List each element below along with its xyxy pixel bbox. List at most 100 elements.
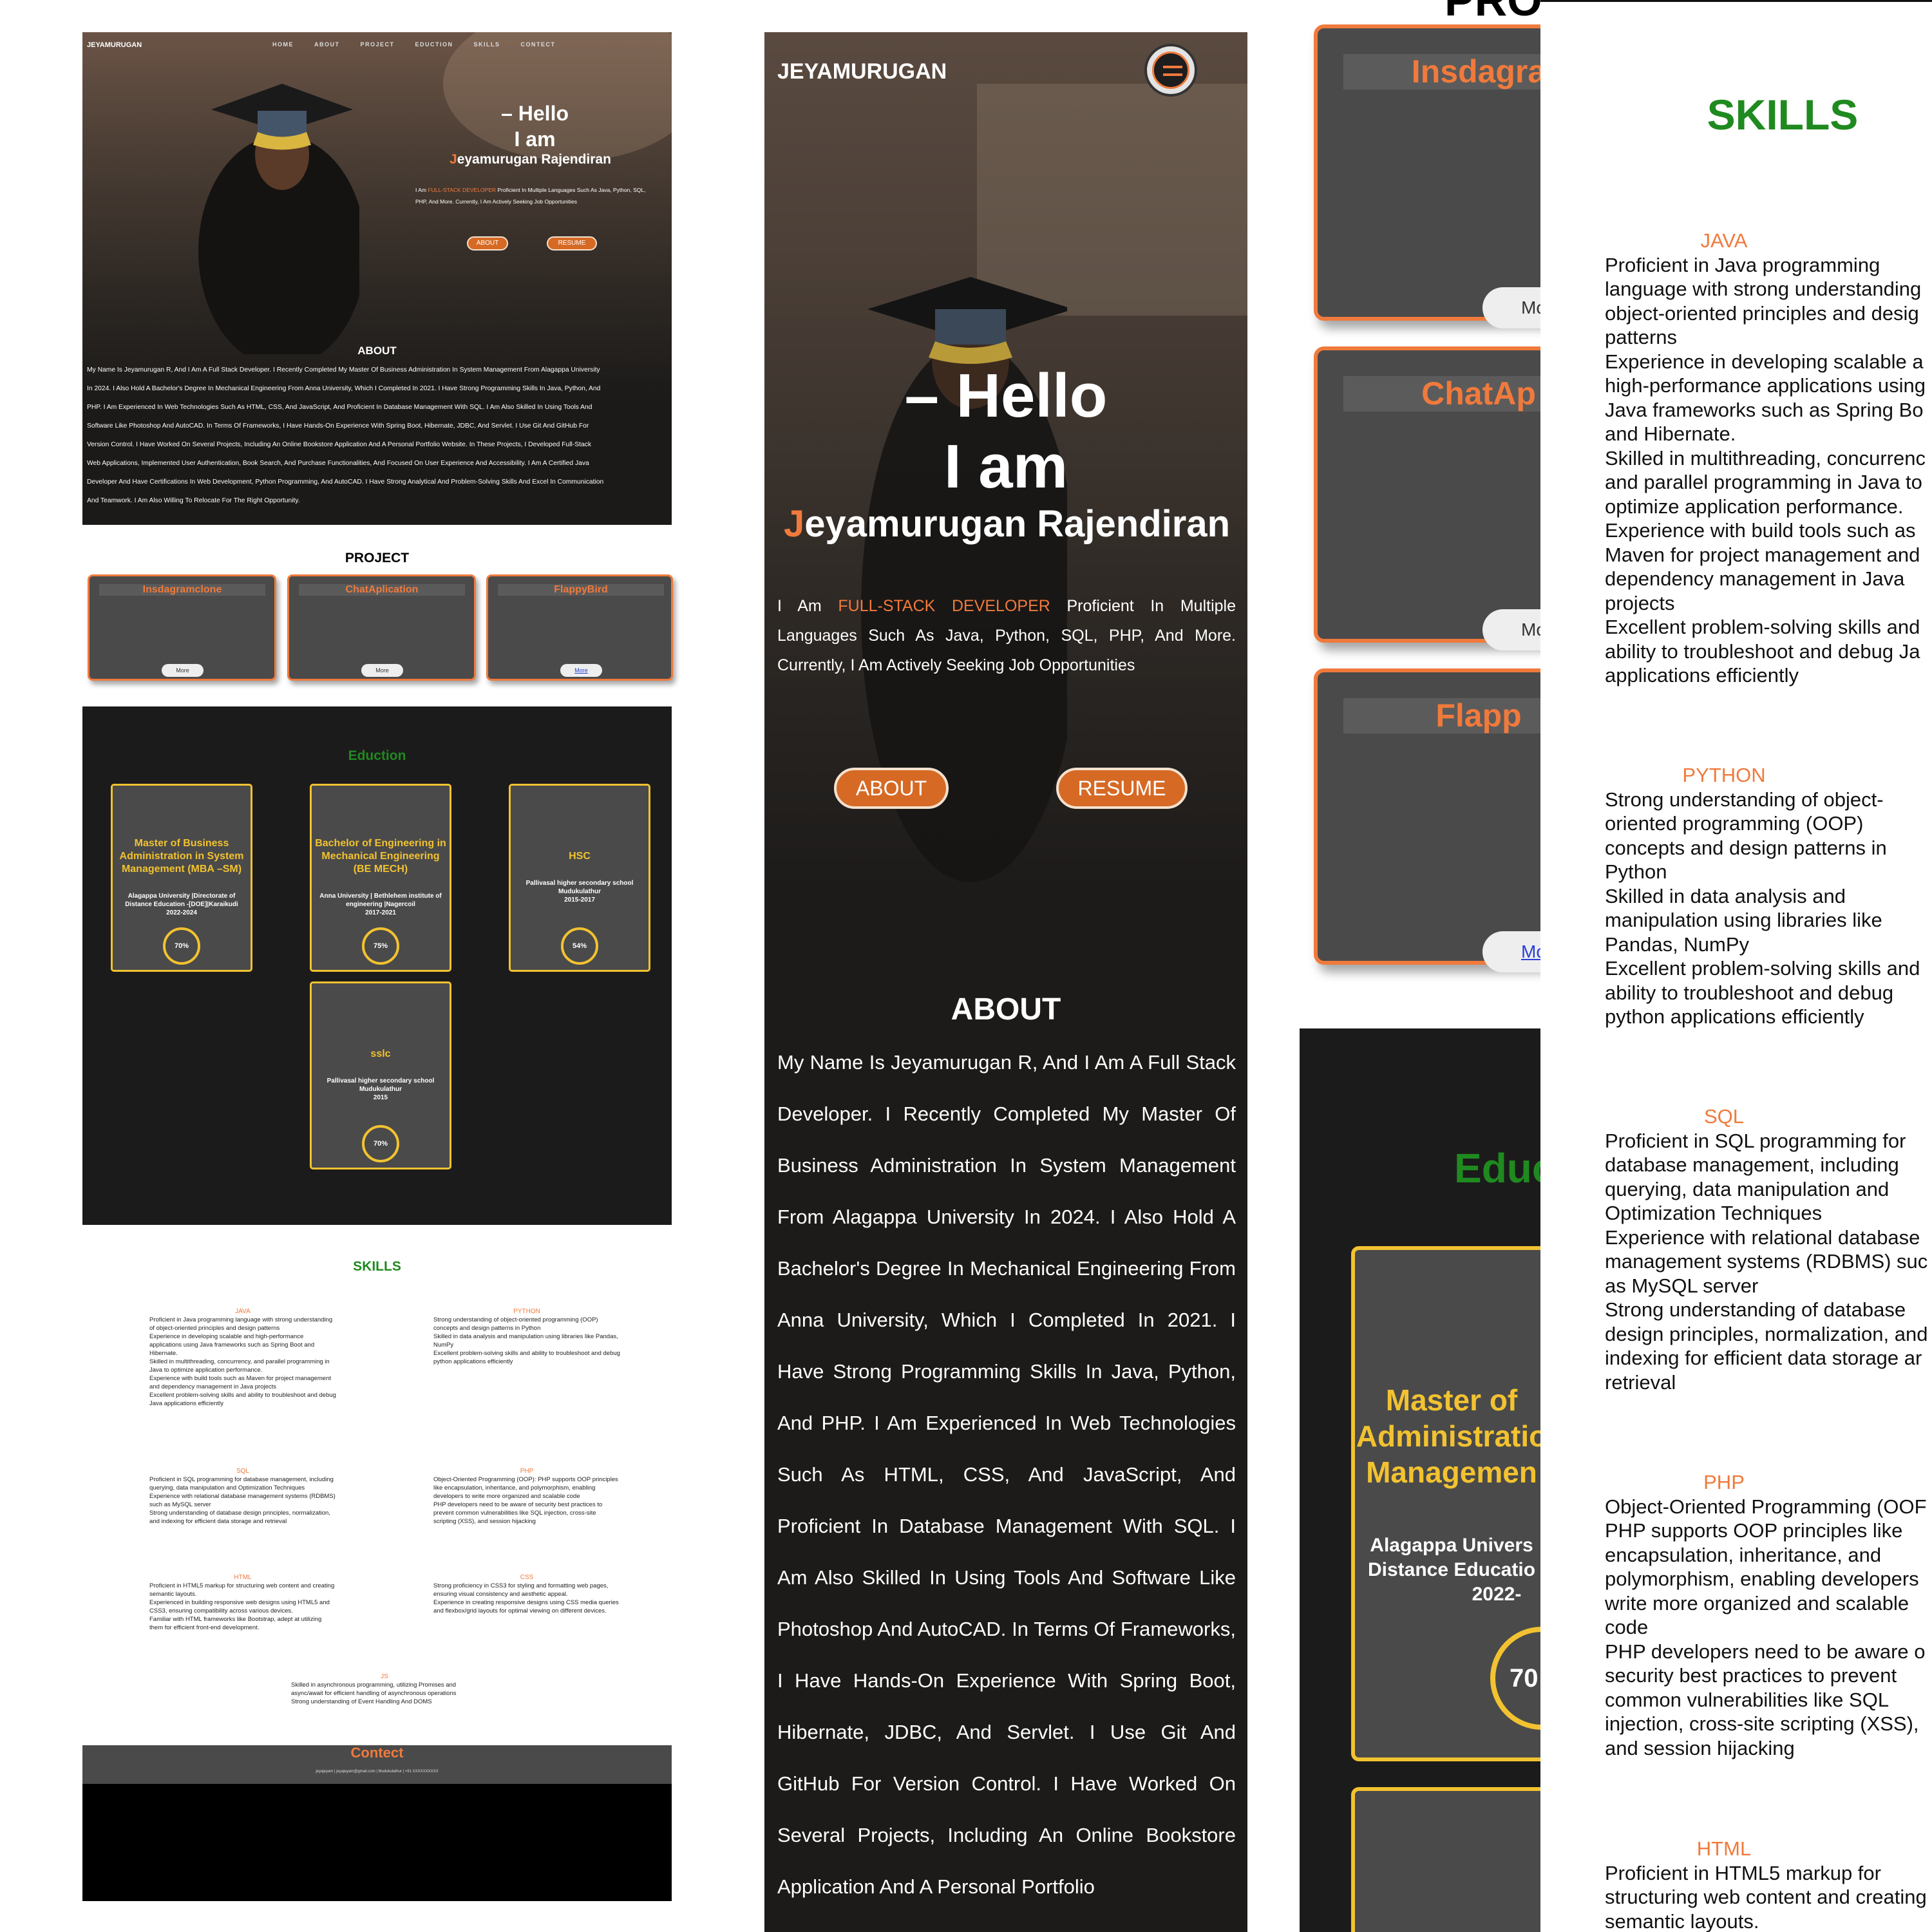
nav-link-skills[interactable]: SKILLS: [474, 41, 500, 48]
skill-line: optimize application performance.: [1605, 495, 1904, 518]
mobile-hero-intro: I Am FULL-STACK DEVELOPER Proficient In …: [777, 591, 1236, 680]
hello-dash: –: [904, 361, 939, 430]
name-rest: eyamurugan Rajendiran: [457, 152, 611, 167]
mobile-project-card: Flapp Mo: [1314, 668, 1540, 972]
project-more-button[interactable]: Mo: [1482, 287, 1540, 328]
education-score-ring: 54%: [561, 927, 598, 965]
mobile-resume-button[interactable]: RESUME: [1056, 768, 1188, 809]
desktop-navbar: JEYAMURUGAN HOME ABOUT PROJECT EDUCTION …: [82, 32, 672, 58]
education-degree: Master of Business Administration in Sys…: [119, 838, 244, 875]
skill-point: PHP developers need to be aware of secur…: [433, 1501, 603, 1525]
iam-text: I am: [943, 432, 1068, 501]
project-more-button[interactable]: Mo: [1482, 609, 1540, 650]
desktop-logo[interactable]: JEYAMURUGAN: [87, 41, 142, 49]
skill-name: PHP: [520, 1468, 534, 1475]
skill-name: JS: [381, 1673, 388, 1680]
skill-point: Proficient in SQL programming for databa…: [149, 1476, 334, 1492]
skill-name: HTML: [234, 1574, 252, 1581]
skill-block-python: PYTHON Strong understanding of object- o…: [1605, 763, 1932, 1029]
project-card-title: Insdagramclone: [99, 584, 265, 596]
nav-link-home[interactable]: HOME: [272, 41, 294, 48]
desktop-contact-section: Contect jeyajeyam | jeyajeyam@gmail.com …: [82, 1745, 672, 1901]
skill-name: CSS: [520, 1574, 534, 1581]
skill-point: Skilled in data analysis and manipulatio…: [433, 1333, 618, 1349]
education-card: sslc Pallivasal higher secondary school …: [310, 981, 451, 1170]
desktop-about-button[interactable]: ABOUT: [467, 236, 508, 251]
mobile-logo[interactable]: JEYAMURUGAN: [777, 59, 947, 84]
degree-line: Managemen: [1366, 1455, 1537, 1489]
skill-block-php: PHP Object-Oriented Programming (OOF PHP…: [1605, 1470, 1932, 1760]
skill-point: Strong understanding of object-oriented …: [433, 1316, 598, 1332]
name-initial: J: [450, 152, 457, 167]
nav-link-project[interactable]: PROJECT: [361, 41, 395, 48]
education-degree: Bachelor of Engineering in Mechanical En…: [315, 838, 446, 875]
hamburger-menu-button[interactable]: [1144, 44, 1197, 97]
project-more-link[interactable]: Mo: [1482, 931, 1540, 972]
skill-block-sql: SQL Proficient in SQL programming for da…: [1605, 1104, 1932, 1394]
project-more-button[interactable]: More: [162, 664, 204, 677]
institution-line: Distance Educatio: [1367, 1559, 1536, 1580]
skill-line: Maven for project management and: [1605, 543, 1920, 566]
education-years: 2017-2021: [365, 909, 396, 916]
about-line: Web Applications, Implemented User Authe…: [87, 460, 589, 467]
contact-info[interactable]: jeyajeyam | jeyajeyam@gmail.com | Muduku…: [82, 1770, 672, 1774]
iam-text: I am: [514, 128, 556, 151]
hello-dash: –: [501, 102, 513, 125]
education-card: Master of Business Administration in Sys…: [111, 784, 252, 972]
skill-line: Object-Oriented Programming (OOF: [1605, 1495, 1927, 1518]
education-institution: Pallivasal higher secondary school Muduk…: [327, 1077, 435, 1093]
desktop-hero-name: Jeyamurugan Rajendiran: [450, 152, 611, 167]
desktop-about-text: My Name Is Jeyamurugan R, And I Am A Ful…: [87, 361, 667, 510]
skill-line: PHP developers need to be aware o: [1605, 1640, 1926, 1663]
mobile-hello-heading: – Hello I am: [764, 361, 1247, 502]
skill-line: Excellent problem-solving skills and: [1605, 616, 1920, 638]
nav-link-about[interactable]: ABOUT: [314, 41, 340, 48]
education-score-ring: 75%: [362, 927, 399, 965]
project-more-button[interactable]: More: [361, 664, 403, 677]
nav-link-contact[interactable]: CONTECT: [521, 41, 556, 48]
skill-point: Proficient in Java programming language …: [149, 1316, 333, 1332]
skill-name: JAVA: [235, 1308, 251, 1315]
desktop-resume-button[interactable]: RESUME: [547, 236, 597, 251]
mobile-about-title: ABOUT: [951, 992, 1061, 1027]
desktop-about-title: ABOUT: [357, 345, 397, 357]
about-line: My Name Is Jeyamurugan R, And I Am A Ful…: [87, 366, 600, 374]
project-card-title: ChatAp: [1343, 376, 1540, 412]
project-more-link[interactable]: More: [560, 664, 602, 677]
skill-line: PHP supports OOP principles like: [1605, 1519, 1903, 1542]
education-score-ring: 70%: [163, 927, 200, 965]
education-score-ring: 70: [1490, 1627, 1540, 1730]
skill-line: common vulnerabilities like SQL: [1605, 1688, 1889, 1711]
hamburger-line: [1163, 73, 1182, 76]
mobile-about-button[interactable]: ABOUT: [834, 768, 949, 809]
skill-line: security best practices to prevent: [1605, 1664, 1897, 1687]
skill-line: Strong understanding of database: [1605, 1298, 1906, 1321]
mobile-skills-title: SKILLS: [1707, 91, 1859, 138]
mobile-project-title: PRO: [1444, 0, 1540, 25]
degree-line: Master of: [1385, 1383, 1518, 1417]
education-years: 2022-2024: [166, 909, 197, 916]
desktop-nav-menu: HOME ABOUT PROJECT EDUCTION SKILLS CONTE…: [272, 41, 556, 48]
skill-line: concepts and design patterns in: [1605, 836, 1887, 859]
mobile-project-card: ChatAp Mo: [1314, 346, 1540, 650]
skill-line: oriented programming (OOP): [1605, 812, 1864, 835]
skill-block-python: PYTHON Strong understanding of object-or…: [433, 1307, 620, 1366]
desktop-hello-heading: – Hello I am: [501, 100, 569, 152]
hello-text: Hello: [956, 361, 1108, 430]
desktop-project-card: ChatAplication More: [287, 574, 476, 681]
skill-line: structuring web content and creating: [1605, 1886, 1927, 1908]
mobile-project-card: Insdagra Mo: [1314, 24, 1540, 328]
project-card-title: FlappyBird: [498, 584, 664, 596]
about-line: Version Control. I Have Worked On Severa…: [87, 441, 591, 448]
skill-point: Experience with relational database mana…: [149, 1493, 336, 1508]
degree-line: Administratio: [1356, 1419, 1540, 1453]
skill-name: HTML: [1696, 1837, 1752, 1860]
skill-line: ability to troubleshoot and debug: [1605, 981, 1894, 1004]
mobile-hero-name: Jeyamurugan Rajendiran: [784, 502, 1230, 545]
project-card-title: Insdagra: [1343, 54, 1540, 90]
skill-line: dependency management in Java: [1605, 567, 1905, 590]
skill-point: Strong proficiency in CSS3 for styling a…: [433, 1582, 609, 1598]
skill-point: Strong understanding of Event Handling A…: [291, 1698, 432, 1705]
skill-line: python applications efficiently: [1605, 1005, 1864, 1028]
nav-link-education[interactable]: EDUCTION: [415, 41, 453, 48]
